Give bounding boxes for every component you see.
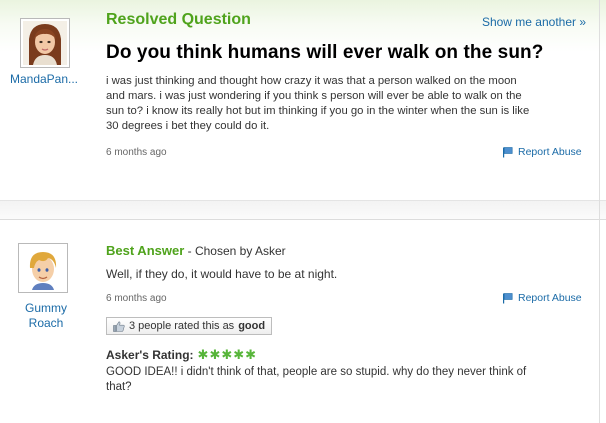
- chosen-by-label: - Chosen by Asker: [184, 244, 286, 258]
- asker-comment: GOOD IDEA!! i didn't think of that, peop…: [106, 365, 586, 395]
- question-body-line: i was just thinking and thought how craz…: [106, 75, 517, 87]
- askers-rating: Asker's Rating: ✱✱✱✱✱: [106, 347, 257, 363]
- question-body-line: sun to? i know its really hot but im thi…: [106, 105, 530, 117]
- divider: [0, 219, 606, 220]
- asker-comment-line: that?: [106, 381, 132, 393]
- report-abuse-link[interactable]: Report Abuse: [502, 146, 582, 158]
- question-body: i was just thinking and thought how craz…: [106, 74, 592, 134]
- best-answer-header: Best Answer - Chosen by Asker: [106, 243, 286, 258]
- asker-avatar-image: [23, 21, 67, 65]
- section-gap: [0, 201, 606, 219]
- report-abuse-label: Report Abuse: [518, 292, 582, 304]
- thumbs-up-icon: [113, 320, 125, 332]
- rating-button[interactable]: 3 people rated this as good: [106, 317, 273, 335]
- answerer-avatar[interactable]: [18, 243, 68, 293]
- answer-timestamp: 6 months ago: [106, 293, 167, 304]
- report-flag-icon: [503, 146, 513, 157]
- right-border: [599, 0, 600, 423]
- asker-avatar[interactable]: [20, 18, 70, 68]
- answerer-name-line: Gummy: [25, 301, 67, 315]
- rating-stars: ✱✱✱✱✱: [197, 347, 258, 362]
- report-abuse-label: Report Abuse: [518, 146, 582, 158]
- answerer-name[interactable]: Gummy Roach: [4, 301, 88, 331]
- answerer-name-line: Roach: [28, 316, 64, 330]
- best-answer-label: Best Answer: [106, 243, 185, 258]
- resolved-question-label: Resolved Question: [106, 11, 251, 28]
- report-flag-icon: [503, 292, 513, 303]
- asker-comment-line: GOOD IDEA!! i didn't think of that, peop…: [106, 366, 527, 378]
- question-body-line: and mars. i was just wondering if you th…: [106, 90, 522, 102]
- report-abuse-link[interactable]: Report Abuse: [502, 292, 582, 304]
- answerer-avatar-image: [21, 246, 65, 290]
- question-timestamp: 6 months ago: [106, 147, 167, 158]
- question-title: Do you think humans will ever walk on th…: [106, 42, 544, 63]
- answer-text: Well, if they do, it would have to be at…: [106, 267, 338, 281]
- question-body-line: 30 degrees i bet they could do it.: [106, 120, 270, 132]
- asker-name[interactable]: MandaPan...: [6, 72, 82, 87]
- rated-value: good: [238, 320, 266, 332]
- show-another-link[interactable]: Show me another »: [482, 15, 586, 29]
- rated-text: 3 people rated this as: [129, 320, 235, 332]
- askers-rating-label: Asker's Rating:: [106, 348, 194, 362]
